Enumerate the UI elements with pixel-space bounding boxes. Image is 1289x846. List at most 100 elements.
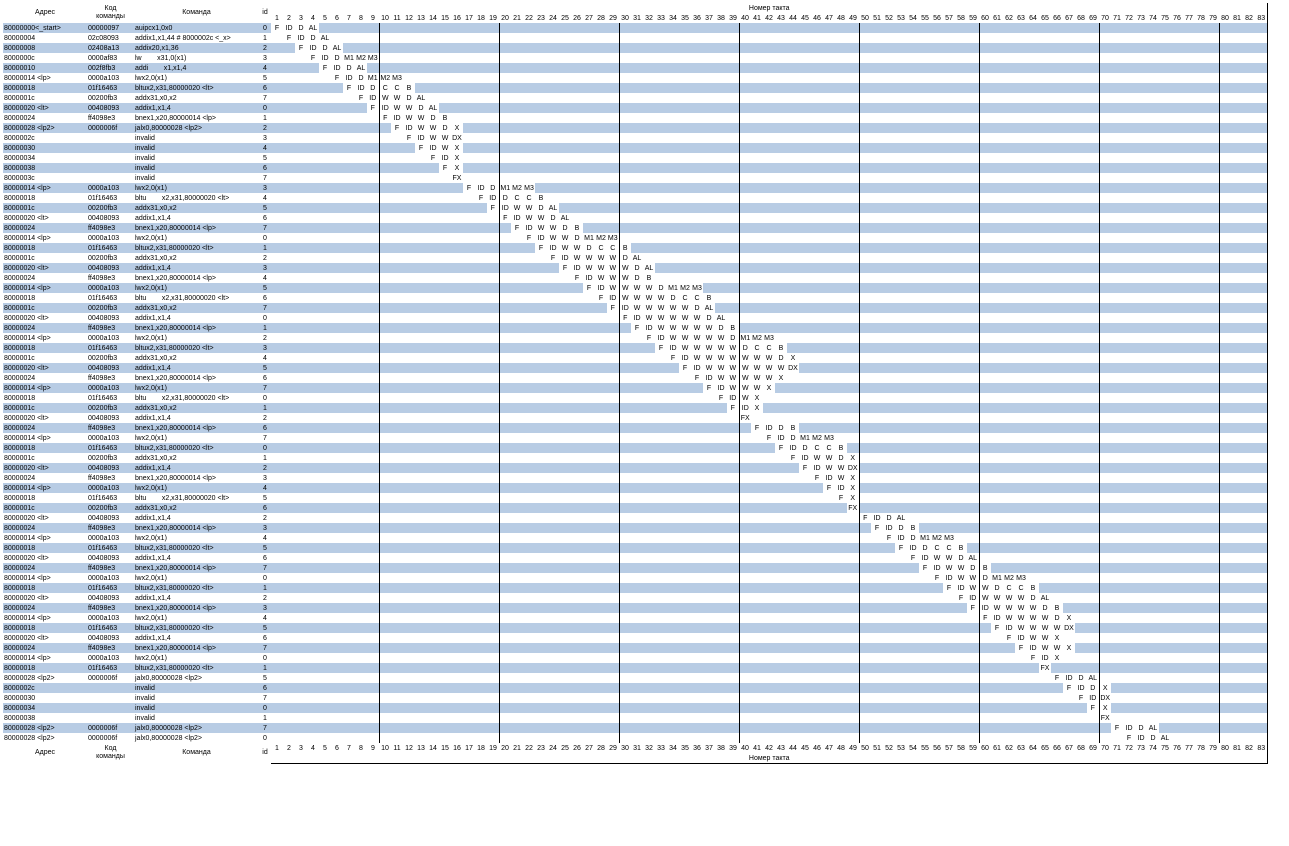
empty-cell (799, 263, 811, 273)
empty-cell (1123, 293, 1135, 303)
empty-cell (858, 283, 871, 293)
empty-cell (895, 403, 907, 413)
empty-cell (763, 513, 775, 523)
empty-cell (655, 423, 667, 433)
cycle-number: 39 (729, 14, 737, 22)
empty-cell (763, 543, 775, 553)
empty-cell (1015, 33, 1027, 43)
empty-cell (547, 483, 559, 493)
empty-cell (1171, 63, 1183, 73)
empty-cell (835, 573, 847, 583)
empty-cell (1015, 43, 1027, 53)
empty-cell (631, 553, 643, 563)
empty-cell (775, 503, 787, 513)
empty-cell (415, 33, 427, 43)
empty-cell (667, 103, 679, 113)
stage-cell: W (679, 343, 691, 353)
empty-cell (391, 433, 403, 443)
empty-cell (618, 33, 631, 43)
empty-cell (355, 533, 367, 543)
empty-cell (451, 443, 463, 453)
empty-cell (763, 243, 775, 253)
empty-cell (955, 193, 967, 203)
empty-cell (1243, 343, 1255, 353)
empty-cell (1111, 143, 1123, 153)
empty-cell (823, 293, 835, 303)
empty-cell (1231, 553, 1243, 563)
empty-cell (595, 203, 607, 213)
empty-cell (823, 193, 835, 203)
empty-cell (1027, 553, 1039, 563)
empty-cell (955, 433, 967, 443)
empty-cell (1231, 423, 1243, 433)
empty-cell (559, 333, 571, 343)
stage-cell: D (631, 273, 643, 283)
empty-cell (1063, 183, 1075, 193)
empty-cell (271, 263, 283, 273)
empty-cell (763, 43, 775, 53)
empty-cell (907, 163, 919, 173)
empty-cell (1039, 543, 1051, 553)
empty-cell (439, 273, 451, 283)
empty-cell (858, 483, 871, 493)
empty-cell (667, 503, 679, 513)
cycle-number: 73 (1137, 14, 1145, 22)
stage-cell: W (571, 243, 583, 253)
empty-cell (919, 423, 931, 433)
empty-cell (847, 373, 859, 383)
empty-cell (475, 33, 487, 43)
empty-cell (607, 93, 619, 103)
empty-cell (583, 533, 595, 543)
empty-cell (931, 313, 943, 323)
empty-cell (391, 483, 403, 493)
empty-cell (295, 83, 307, 93)
empty-cell (1231, 43, 1243, 53)
instruction-cell: invalid (134, 153, 259, 163)
stage-cell: C (679, 293, 691, 303)
empty-cell (1183, 133, 1195, 143)
empty-cell (978, 213, 991, 223)
empty-cell (955, 293, 967, 303)
empty-cell (367, 113, 379, 123)
empty-cell (343, 293, 355, 303)
empty-cell (547, 563, 559, 573)
empty-cell (355, 193, 367, 203)
empty-cell (295, 143, 307, 153)
empty-cell (1087, 113, 1099, 123)
empty-cell (1147, 93, 1159, 103)
empty-cell (1218, 543, 1231, 553)
empty-cell (319, 533, 331, 543)
empty-cell (667, 133, 679, 143)
empty-cell (1075, 533, 1087, 543)
empty-cell (295, 483, 307, 493)
empty-cell (595, 433, 607, 443)
empty-cell (487, 513, 499, 523)
empty-cell (1171, 243, 1183, 253)
empty-cell (595, 113, 607, 123)
empty-cell (607, 353, 619, 363)
empty-cell (991, 83, 1003, 93)
empty-cell (498, 403, 511, 413)
empty-cell (1195, 423, 1207, 433)
empty-cell (715, 573, 727, 583)
empty-cell (799, 383, 811, 393)
empty-cell (811, 343, 823, 353)
empty-cell (787, 373, 799, 383)
empty-cell (355, 213, 367, 223)
empty-cell (1195, 443, 1207, 453)
empty-cell (667, 223, 679, 233)
empty-cell (715, 443, 727, 453)
empty-cell (1015, 453, 1027, 463)
empty-cell (1027, 523, 1039, 533)
instruction-row: 80000014 <lp> 0000a103 lwx2,0(x1) 0 F ID W W D M1… (3, 233, 1268, 243)
id-cell: 0 (259, 443, 271, 453)
empty-cell (1183, 313, 1195, 323)
empty-cell (355, 433, 367, 443)
instruction-cell: bltu x2,x31,80000020 <lt> (134, 493, 259, 503)
empty-cell (858, 523, 871, 533)
empty-cell (1098, 43, 1111, 53)
empty-cell (1171, 363, 1183, 373)
empty-cell (355, 443, 367, 453)
empty-cell (307, 133, 319, 143)
empty-cell (498, 143, 511, 153)
